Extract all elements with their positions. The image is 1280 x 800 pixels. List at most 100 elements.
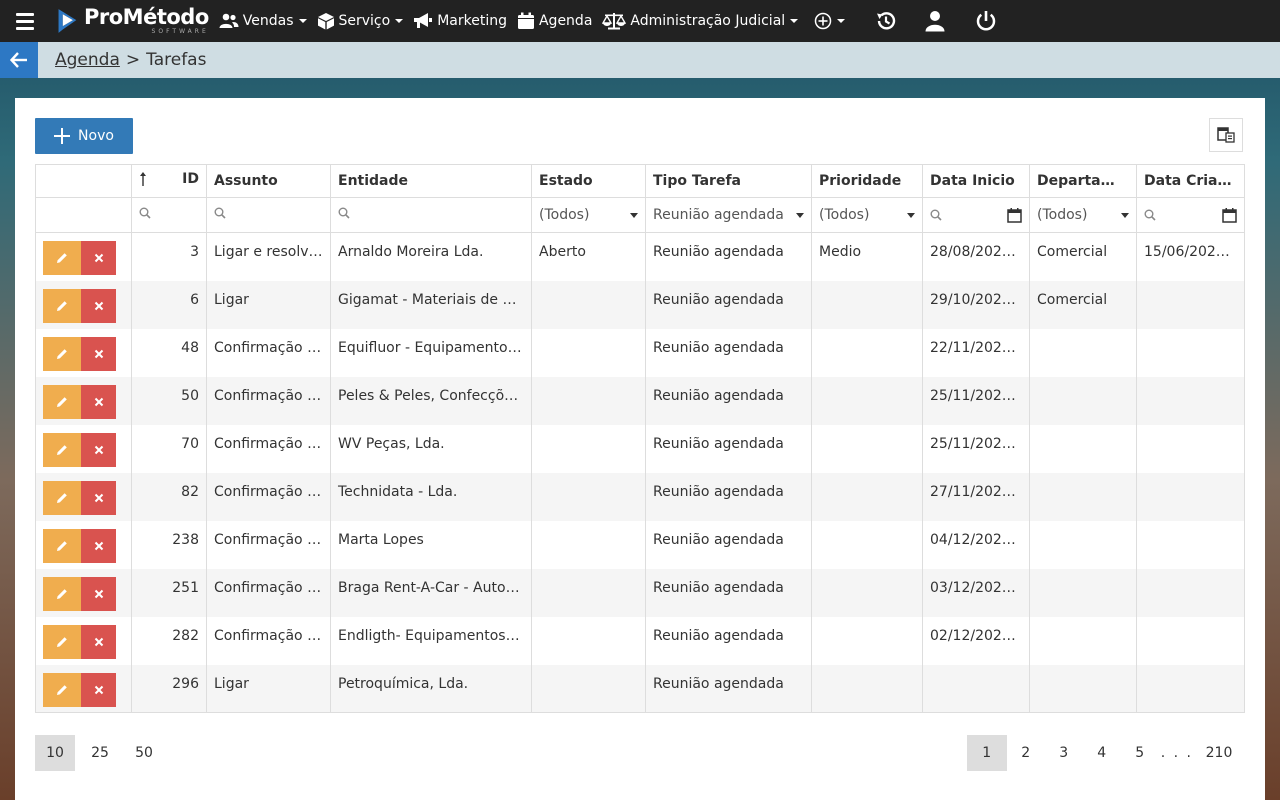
nav-servico[interactable]: Serviço xyxy=(317,12,404,30)
column-header-estado[interactable]: Estado xyxy=(531,164,646,198)
dropdown-arrow-icon xyxy=(1121,212,1129,218)
breadcrumb-agenda-link[interactable]: Agenda xyxy=(55,50,120,70)
page-size-25[interactable]: 25 xyxy=(81,735,119,771)
filter-data-inicio[interactable] xyxy=(922,197,1030,233)
nav-agenda[interactable]: Agenda xyxy=(517,12,592,30)
page-4[interactable]: 4 xyxy=(1083,735,1121,771)
column-header-assunto[interactable]: Assunto xyxy=(206,164,331,198)
row-data-inicio: 04/12/2025 ... xyxy=(922,520,1030,569)
delete-button[interactable] xyxy=(81,241,116,275)
calendar-icon[interactable] xyxy=(1222,207,1237,223)
column-header-id[interactable]: ID xyxy=(131,164,207,198)
add-menu[interactable] xyxy=(814,12,846,30)
tasks-table: ID Assunto Entidade Estado Tipo Tarefa P… xyxy=(35,164,1245,713)
row-prioridade xyxy=(811,328,923,377)
page-size-50[interactable]: 50 xyxy=(125,735,163,771)
edit-button[interactable] xyxy=(43,384,81,419)
page-5[interactable]: 5 xyxy=(1121,735,1159,771)
calendar-icon[interactable] xyxy=(1007,207,1022,223)
history-button[interactable] xyxy=(875,10,897,32)
filter-data-criacao[interactable] xyxy=(1136,197,1245,233)
filter-assunto[interactable] xyxy=(206,197,331,233)
row-departamento: Comercial xyxy=(1029,280,1137,329)
table-row[interactable]: 50 Confirmação de... Peles & Peles, Confec… xyxy=(35,376,1245,425)
table-row[interactable]: 296 Ligar Petroquímica, Lda. Reunião agenda… xyxy=(35,664,1245,713)
delete-button[interactable] xyxy=(81,576,116,611)
pencil-icon xyxy=(57,684,67,695)
pencil-icon xyxy=(57,253,67,263)
nav-marketing[interactable]: Marketing xyxy=(413,12,507,30)
row-entidade: Marta Lopes xyxy=(330,520,532,569)
table-row[interactable]: 82 Confirmação de... Technidata - Lda. Reun… xyxy=(35,472,1245,521)
row-actions xyxy=(35,664,132,713)
edit-button[interactable] xyxy=(43,288,81,323)
page-3[interactable]: 3 xyxy=(1045,735,1083,771)
row-estado xyxy=(531,376,646,425)
page-2[interactable]: 2 xyxy=(1007,735,1045,771)
delete-button[interactable] xyxy=(81,432,116,467)
page-size-10[interactable]: 10 xyxy=(35,735,75,771)
table-row[interactable]: 6 Ligar Gigamat - Materiais de Con... Reuni… xyxy=(35,280,1245,329)
filter-departamento-select[interactable]: (Todos) xyxy=(1029,197,1137,233)
row-id: 3 xyxy=(131,232,207,281)
column-header-data-inicio[interactable]: Data Inicio xyxy=(922,164,1030,198)
menu-icon[interactable] xyxy=(16,12,34,30)
nav-administracao-judicial[interactable]: Administração Judicial xyxy=(602,12,799,30)
table-row[interactable]: 251 Confirmação de... Braga Rent-A-Car - A… xyxy=(35,568,1245,617)
column-header-data-criacao[interactable]: Data Criação xyxy=(1136,164,1245,198)
row-prioridade xyxy=(811,472,923,521)
row-data-criacao xyxy=(1136,328,1245,377)
filter-estado-select[interactable]: (Todos) xyxy=(531,197,646,233)
page-last[interactable]: 210 xyxy=(1195,735,1243,771)
edit-button[interactable] xyxy=(43,624,81,659)
row-data-criacao xyxy=(1136,472,1245,521)
row-prioridade xyxy=(811,424,923,473)
table-row[interactable]: 238 Confirmação de... Marta Lopes Reunião a… xyxy=(35,520,1245,569)
pencil-icon xyxy=(57,444,67,455)
row-entidade: Peles & Peles, Confecções, L... xyxy=(330,376,532,425)
edit-button[interactable] xyxy=(43,528,81,563)
breadcrumb-current: Tarefas xyxy=(146,50,207,70)
filter-entidade[interactable] xyxy=(330,197,532,233)
logout-button[interactable] xyxy=(975,10,997,32)
delete-button[interactable] xyxy=(81,336,116,371)
row-assunto: Confirmação de... xyxy=(206,472,331,521)
edit-button[interactable] xyxy=(43,336,81,371)
delete-button[interactable] xyxy=(81,672,116,707)
logo-name: ProMétodo xyxy=(84,5,209,29)
table-row[interactable]: 48 Confirmação de... Equifluor - Equipamen… xyxy=(35,328,1245,377)
column-header-entidade[interactable]: Entidade xyxy=(330,164,532,198)
filter-id[interactable] xyxy=(131,197,207,233)
new-button[interactable]: Novo xyxy=(35,118,133,154)
back-button[interactable] xyxy=(0,42,38,78)
filter-tipo-tarefa-select[interactable]: Reunião agendada xyxy=(645,197,812,233)
page-1[interactable]: 1 xyxy=(966,735,1007,771)
row-assunto: Confirmação de... xyxy=(206,616,331,665)
column-header-tipo-tarefa[interactable]: Tipo Tarefa xyxy=(645,164,812,198)
edit-button[interactable] xyxy=(43,672,81,707)
nav-vendas[interactable]: Vendas xyxy=(219,13,307,29)
delete-button[interactable] xyxy=(81,480,116,515)
row-estado xyxy=(531,520,646,569)
delete-button[interactable] xyxy=(81,384,116,419)
user-button[interactable] xyxy=(925,10,945,32)
row-estado xyxy=(531,328,646,377)
edit-button[interactable] xyxy=(43,432,81,467)
edit-button[interactable] xyxy=(43,576,81,611)
edit-button[interactable] xyxy=(43,480,81,515)
table-row[interactable]: 70 Confirmação de... WV Peças, Lda. Reunião… xyxy=(35,424,1245,473)
row-data-inicio: 25/11/2024 ... xyxy=(922,424,1030,473)
table-row[interactable]: 3 Ligar e resolver ... Arnaldo Moreira Lda… xyxy=(35,232,1245,281)
delete-button[interactable] xyxy=(81,288,116,323)
delete-button[interactable] xyxy=(81,528,116,563)
row-tipo-tarefa: Reunião agendada xyxy=(645,424,812,473)
column-header-departamento[interactable]: Departamento xyxy=(1029,164,1137,198)
column-header-prioridade[interactable]: Prioridade xyxy=(811,164,923,198)
close-icon xyxy=(94,685,103,694)
table-row[interactable]: 282 Confirmação de... Endligth- Equipament… xyxy=(35,616,1245,665)
delete-button[interactable] xyxy=(81,624,116,659)
edit-button[interactable] xyxy=(43,241,81,275)
filter-prioridade-select[interactable]: (Todos) xyxy=(811,197,923,233)
column-chooser-button[interactable] xyxy=(1209,118,1243,152)
logo[interactable]: ProMétodo SOFTWARE xyxy=(56,6,209,36)
